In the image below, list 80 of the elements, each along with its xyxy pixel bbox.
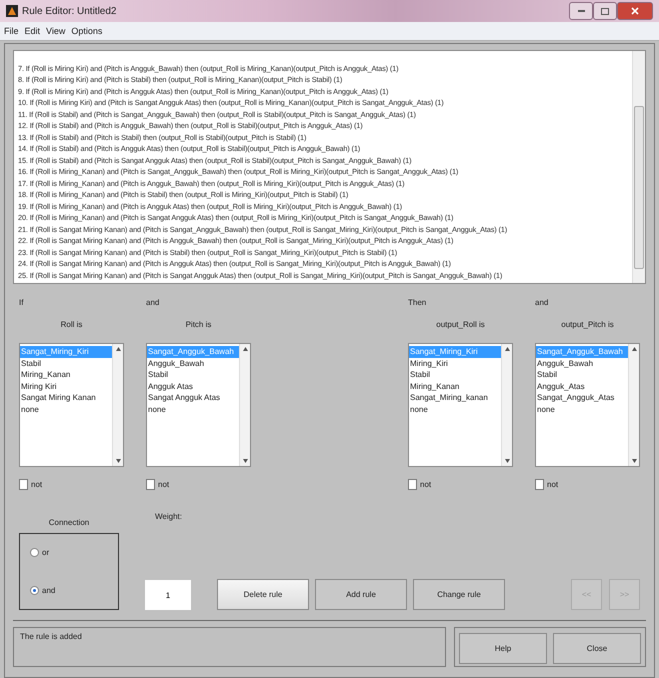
scrollbar[interactable] <box>112 344 123 466</box>
close-icon[interactable] <box>631 7 639 15</box>
scroll-up-icon[interactable] <box>504 347 510 351</box>
radio-button[interactable] <box>30 548 39 556</box>
scroll-up-icon[interactable] <box>632 347 636 351</box>
list-option[interactable]: Stabil <box>147 369 239 380</box>
list-option[interactable]: Stabil <box>536 369 628 380</box>
list-option[interactable]: Angguk Atas <box>147 380 239 392</box>
connector-label: If <box>19 298 24 309</box>
scrollbar[interactable] <box>628 344 639 466</box>
list-option[interactable]: Stabil <box>409 369 501 380</box>
not-checkbox[interactable] <box>408 479 417 490</box>
scroll-down-icon[interactable] <box>632 459 636 463</box>
not-checkbox[interactable] <box>19 479 28 490</box>
checkbox-label: not <box>31 480 42 489</box>
connector-label: and <box>535 298 548 309</box>
footer-button[interactable]: Help <box>459 633 547 664</box>
list-option[interactable]: none <box>536 404 628 415</box>
not-checkbox[interactable] <box>146 479 155 490</box>
variable-label: output_Roll is <box>436 320 485 329</box>
scroll-up-icon[interactable] <box>242 347 248 351</box>
menu-item[interactable]: File <box>4 26 19 36</box>
menu-item[interactable]: View <box>46 26 66 36</box>
minimize-icon[interactable] <box>578 10 584 12</box>
scrollbar[interactable] <box>632 51 645 283</box>
maximize-icon[interactable] <box>601 8 609 14</box>
maximize-button[interactable] <box>593 2 617 20</box>
list-option[interactable]: Sangat Angguk Atas <box>147 392 239 404</box>
minimize-button[interactable] <box>569 2 593 20</box>
list-option[interactable]: none <box>20 404 112 415</box>
not-checkbox[interactable] <box>535 479 544 490</box>
connector-label: Then <box>408 298 426 309</box>
app-icon <box>6 5 18 17</box>
checkbox-label: not <box>158 480 170 489</box>
scroll-thumb[interactable] <box>634 106 644 269</box>
membership-listbox[interactable]: Sangat_Angguk_Bawah Angguk_Bawah Stabil Angguk_Atas Sangat_Angguk_Atas none <box>535 343 640 467</box>
membership-listbox[interactable]: Sangat_Angguk_Bawah Angguk_Bawah Stabil Angguk Atas Sangat Angguk Atas none <box>146 343 251 467</box>
scroll-down-icon[interactable] <box>504 459 510 463</box>
list-option[interactable]: Miring_Kanan <box>409 380 501 392</box>
group-title: Connection <box>48 518 90 527</box>
membership-listbox[interactable]: Sangat_Miring_Kiri Stabil Miring_Kanan Miring Kiri Sangat Miring Kanan none <box>19 343 124 467</box>
scroll-down-icon[interactable] <box>116 459 120 463</box>
action-button[interactable]: Delete rule <box>217 579 309 610</box>
status-message: The rule is added <box>13 627 446 667</box>
action-button[interactable]: Change rule <box>413 579 505 610</box>
checkbox-label: not <box>420 480 432 489</box>
connector-label: and <box>146 298 160 309</box>
action-button[interactable]: Add rule <box>315 579 407 610</box>
menu-item[interactable]: Options <box>71 26 102 36</box>
scroll-down-icon[interactable] <box>242 459 248 463</box>
checkbox-label: not <box>547 480 558 489</box>
list-option[interactable]: Angguk_Atas <box>536 380 628 392</box>
list-option[interactable]: Miring Kiri <box>20 380 112 392</box>
list-option[interactable]: Stabil <box>20 358 112 369</box>
list-option[interactable]: Miring_Kanan <box>20 369 112 380</box>
list-option[interactable]: Sangat_Miring_kanan <box>409 392 501 404</box>
variable-label: Roll is <box>60 320 82 329</box>
window-title: Rule Editor: Untitled2 <box>22 6 116 16</box>
close-button[interactable] <box>617 2 653 20</box>
menu-item[interactable]: Edit <box>24 26 40 36</box>
list-option[interactable]: Miring_Kiri <box>409 358 501 369</box>
footer-button[interactable]: Close <box>553 633 641 664</box>
radio-label: or <box>42 548 50 556</box>
weight-label: Weight: <box>155 512 183 521</box>
scrollbar[interactable] <box>239 344 250 466</box>
weight-field[interactable]: 1 <box>145 580 191 610</box>
membership-listbox[interactable]: Sangat_Miring_Kiri Miring_Kiri Stabil Miring_Kanan Sangat_Miring_kanan none <box>408 343 513 467</box>
variable-label: output_Pitch is <box>561 320 614 329</box>
scrollbar[interactable] <box>501 344 512 466</box>
radio-label: and <box>42 586 56 594</box>
list-option[interactable]: Sangat Miring Kanan <box>20 392 112 404</box>
list-option[interactable]: Angguk_Bawah <box>147 358 239 369</box>
rule-list[interactable] <box>13 50 646 284</box>
variable-label: Pitch is <box>186 320 212 329</box>
list-option[interactable]: Angguk_Bawah <box>536 358 628 369</box>
list-option[interactable]: none <box>409 404 501 415</box>
radio-button[interactable] <box>30 586 39 594</box>
list-option[interactable]: none <box>147 404 239 415</box>
scroll-up-icon[interactable] <box>116 347 120 351</box>
list-option[interactable]: Sangat_Angguk_Atas <box>536 392 628 404</box>
